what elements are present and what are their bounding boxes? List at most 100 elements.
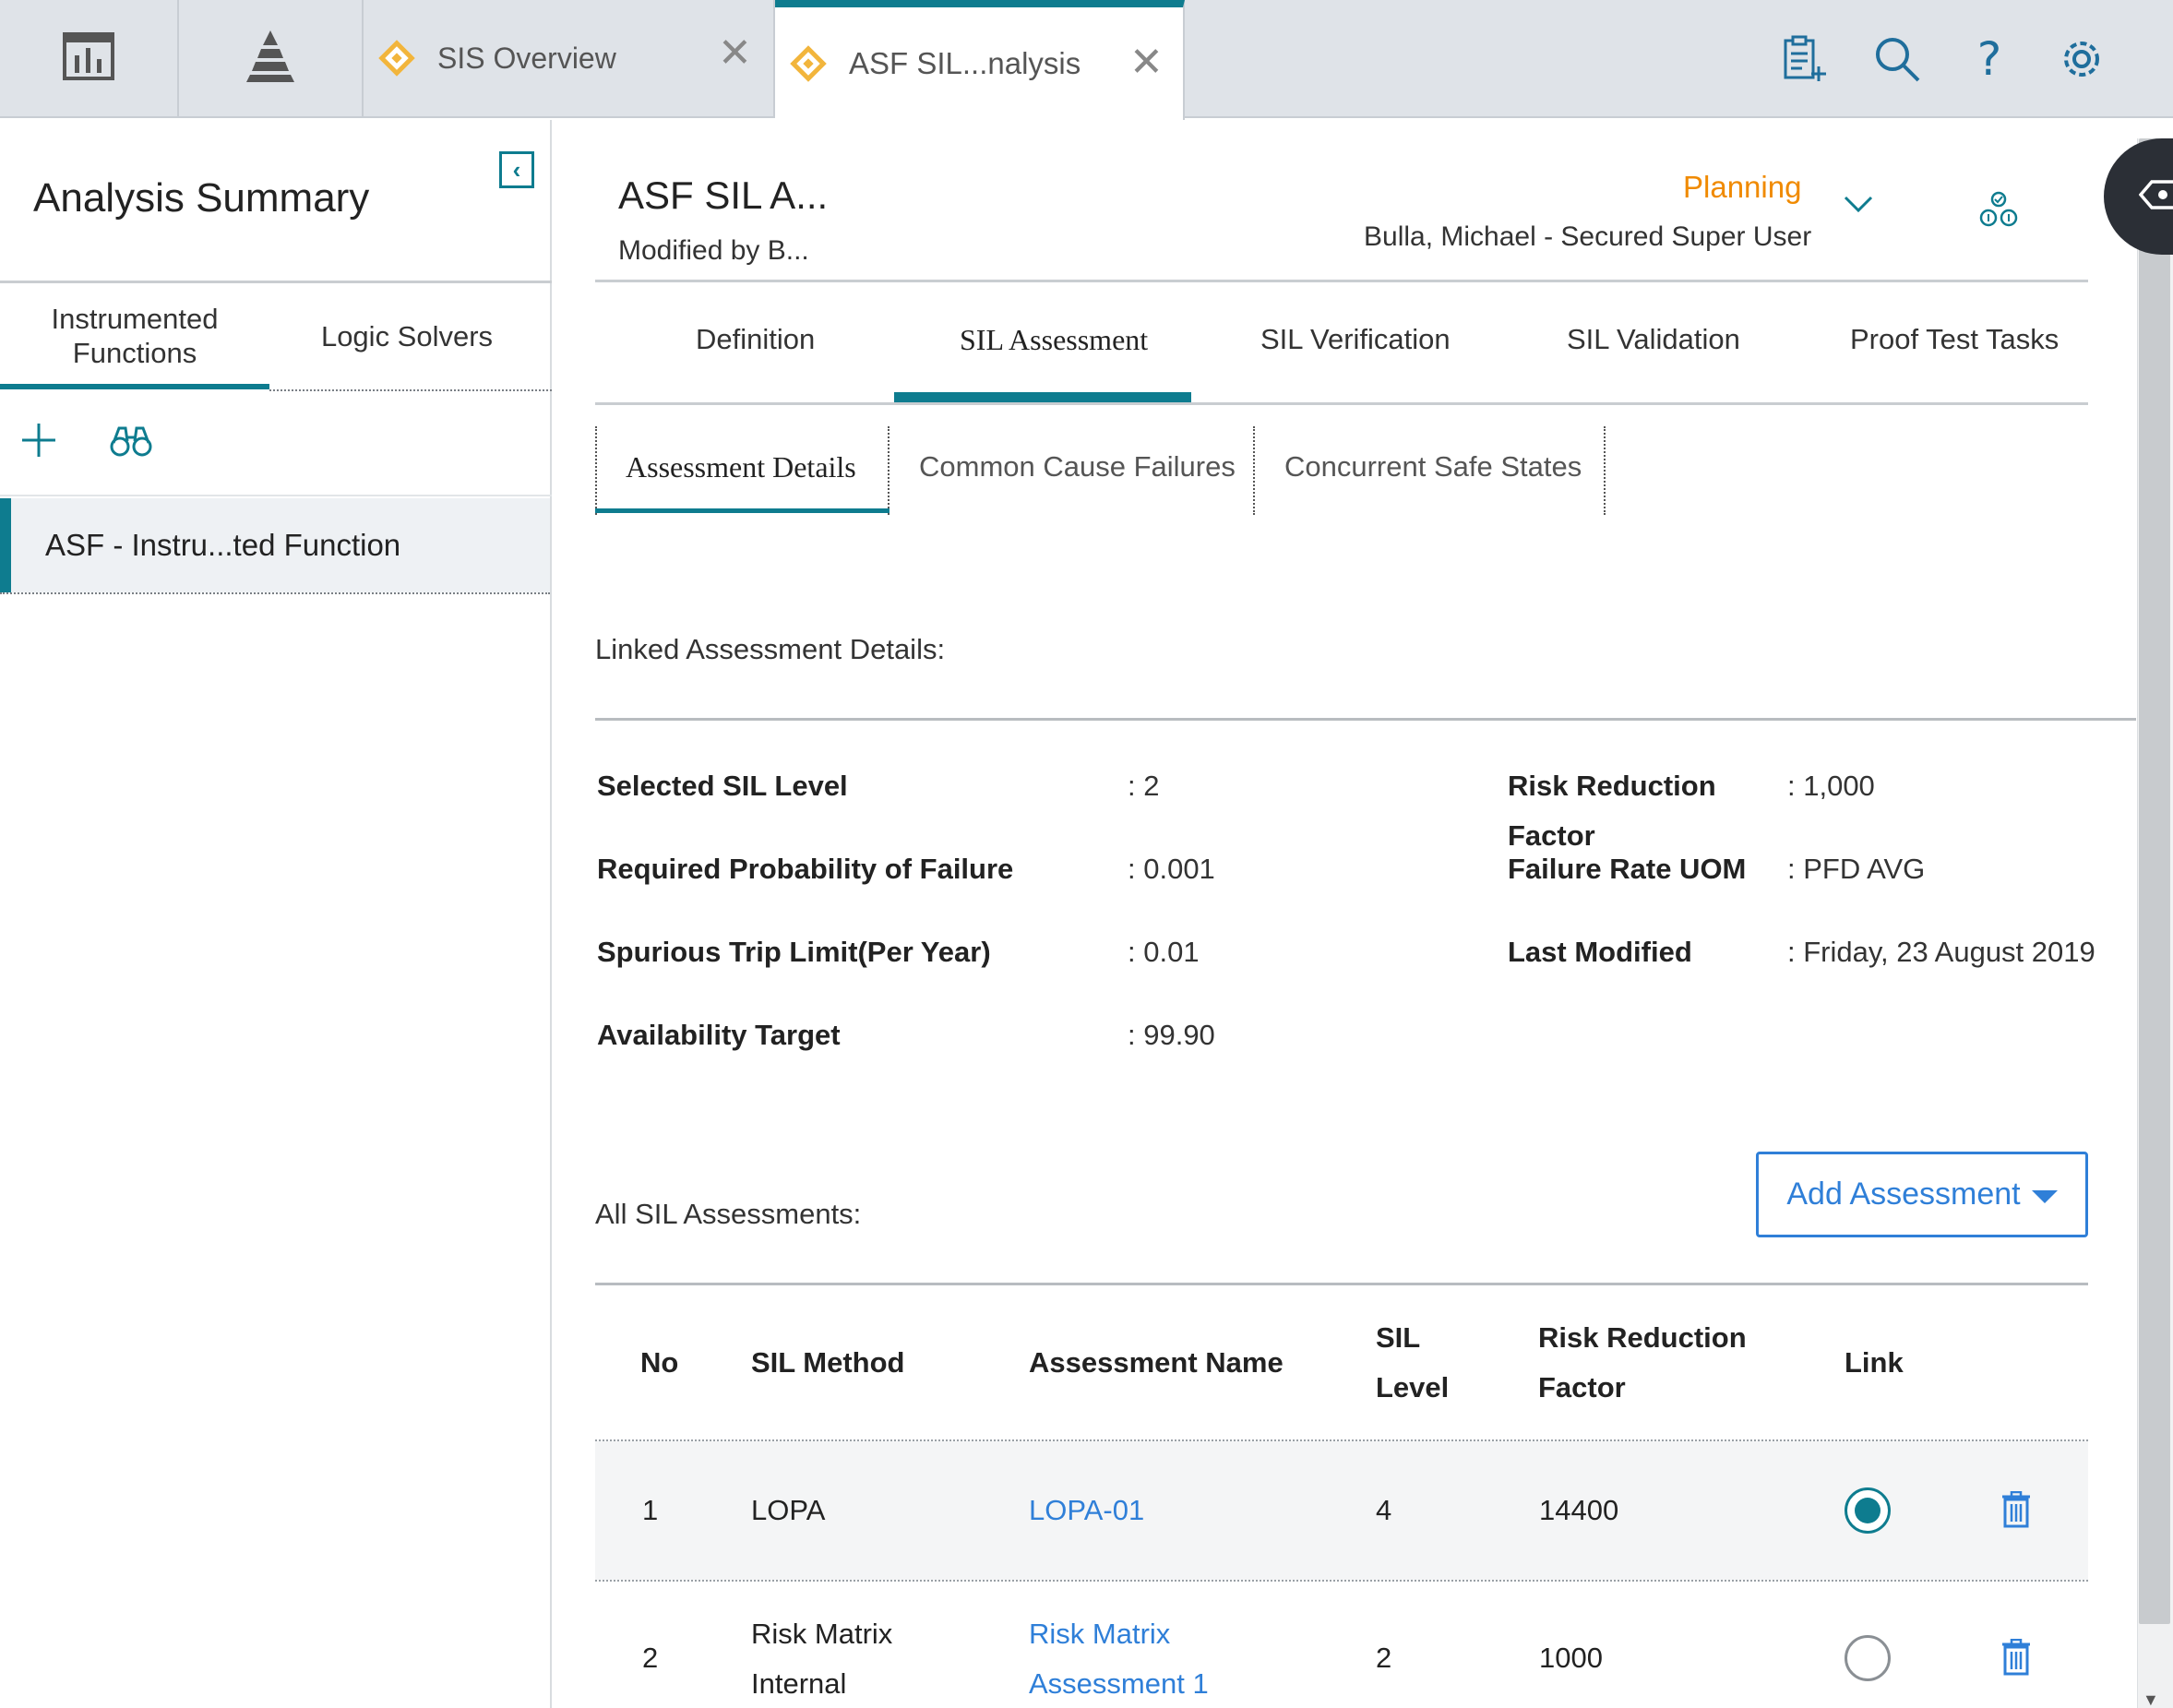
button-label: Add Assessment [1786, 1176, 2021, 1212]
tab-label: Instrumented Functions [51, 303, 219, 369]
column-header: No [640, 1346, 679, 1379]
divider [0, 495, 552, 496]
tab-concurrent-safe-states[interactable]: Concurrent Safe States [1284, 450, 1582, 484]
find-button[interactable] [109, 423, 155, 463]
tab-sis-overview[interactable]: SIS Overview ✕ [364, 0, 775, 116]
add-assessment-button[interactable]: Add Assessment [1756, 1152, 2088, 1237]
divider [595, 280, 2088, 282]
cell-sil-level: 4 [1376, 1494, 1392, 1526]
divider [888, 426, 889, 515]
column-header: Level [1376, 1371, 1450, 1403]
tab-label: SIS Overview [437, 41, 616, 75]
tab-sil-assessment[interactable]: SIL Assessment [960, 323, 1148, 357]
divider [269, 389, 552, 391]
scroll-down-arrow-icon[interactable]: ▼ [2143, 1690, 2159, 1708]
scrollbar-thumb[interactable] [2139, 138, 2170, 1624]
column-header: SIL [1376, 1321, 1421, 1354]
active-tab-indicator [894, 392, 1191, 402]
column-header: Factor [1538, 1371, 1626, 1403]
field-value: : 99.90 [1128, 1019, 1215, 1051]
tab-definition[interactable]: Definition [696, 323, 815, 356]
delete-button[interactable] [2000, 1638, 2034, 1676]
tab-assessment-details[interactable]: Assessment Details [626, 450, 856, 484]
divider [595, 402, 2088, 405]
collapse-panel-button[interactable]: ‹ [499, 151, 534, 188]
field-value: : 0.01 [1128, 936, 1200, 968]
cell-no: 2 [642, 1642, 659, 1674]
assessment-link[interactable]: Assessment 1 [1029, 1659, 1209, 1708]
delete-button[interactable] [2000, 1490, 2034, 1528]
chevron-left-icon: ‹ [512, 155, 521, 184]
field-value: : 2 [1128, 770, 1160, 802]
active-tab-indicator [0, 384, 269, 389]
field-label: Failure Rate UOM [1508, 853, 1747, 885]
divider [595, 718, 2136, 721]
caret-down-icon [2031, 1189, 2058, 1203]
dashboard-icon [62, 31, 115, 86]
link-radio[interactable] [1845, 1635, 1891, 1681]
assessment-link[interactable]: LOPA-01 [1029, 1486, 1144, 1535]
field-value: : 0.001 [1128, 853, 1215, 885]
state-label[interactable]: Planning [1683, 170, 1801, 205]
divider [1253, 426, 1255, 515]
field-label: Last Modified [1508, 936, 1692, 968]
binoculars-icon [109, 426, 153, 463]
cell-sil-level: 2 [1376, 1642, 1392, 1674]
state-dropdown-button[interactable] [1842, 192, 1875, 220]
list-item[interactable]: ASF - Instru...ted Function [0, 498, 550, 592]
tab-sil-verification[interactable]: SIL Verification [1260, 323, 1451, 356]
team-members-button[interactable] [1978, 190, 2021, 233]
field-label: Spurious Trip Limit(Per Year) [597, 936, 991, 968]
section-title: Linked Assessment Details: [595, 633, 946, 665]
pyramid-icon [245, 29, 296, 89]
divider [595, 1283, 2088, 1285]
dashboard-button[interactable] [0, 0, 179, 116]
plus-icon [18, 424, 59, 464]
list-item-label: ASF - Instru...ted Function [45, 528, 401, 562]
chevron-down-icon [1842, 196, 1875, 218]
tab-sil-validation[interactable]: SIL Validation [1567, 323, 1740, 356]
team-icon [1978, 191, 2019, 233]
column-header: Assessment Name [1029, 1346, 1284, 1379]
tab-logic-solvers[interactable]: Logic Solvers [269, 282, 544, 389]
diamond-icon [378, 40, 415, 77]
section-title: All SIL Assessments: [595, 1198, 862, 1230]
guide-icon [2138, 178, 2173, 216]
diamond-icon [790, 45, 827, 82]
active-tab-indicator [595, 508, 889, 513]
column-header: SIL Method [751, 1346, 905, 1379]
help-icon[interactable]: ? [1964, 32, 2015, 86]
guide-me-button[interactable] [2104, 138, 2173, 255]
trash-icon [2000, 1490, 2032, 1532]
link-radio[interactable] [1845, 1487, 1891, 1534]
field-label: Selected SIL Level [597, 770, 848, 802]
tab-instrumented-functions[interactable]: Instrumented Functions [0, 282, 269, 389]
modified-by: Modified by B... [618, 235, 809, 266]
field-label: Factor [1508, 819, 1595, 852]
column-header: Risk Reduction [1538, 1321, 1747, 1354]
tab-label: Logic Solvers [320, 319, 494, 352]
cell-method: LOPA [751, 1494, 826, 1526]
record-title: ASF SIL A... [618, 173, 829, 217]
cell-method: Internal [751, 1667, 847, 1700]
close-icon[interactable]: ✕ [718, 30, 752, 77]
state-user: Bulla, Michael - Secured Super User [1364, 221, 1812, 252]
search-icon[interactable] [1871, 33, 1923, 85]
field-label: Availability Target [597, 1019, 841, 1051]
add-to-list-icon[interactable] [1779, 33, 1831, 85]
assessment-link[interactable]: Risk Matrix [1029, 1609, 1170, 1659]
field-value: : PFD AVG [1787, 853, 1926, 885]
tab-proof-test-tasks[interactable]: Proof Test Tasks [1850, 323, 2059, 356]
cell-method: Risk Matrix [751, 1618, 893, 1650]
gear-icon[interactable] [2056, 33, 2107, 85]
field-value: : Friday, 23 August 2019 [1787, 936, 2095, 968]
field-label: Risk Reduction [1508, 770, 1716, 802]
close-icon[interactable]: ✕ [1129, 39, 1164, 86]
tab-common-cause-failures[interactable]: Common Cause Failures [919, 450, 1236, 484]
tab-asf-sil-analysis[interactable]: ASF SIL...nalysis ✕ [775, 0, 1185, 120]
pyramid-button[interactable] [179, 0, 364, 116]
cell-no: 1 [642, 1494, 659, 1526]
field-label: Required Probability of Failure [597, 853, 1014, 885]
tab-label: ASF SIL...nalysis [849, 46, 1081, 80]
add-button[interactable] [18, 420, 63, 464]
